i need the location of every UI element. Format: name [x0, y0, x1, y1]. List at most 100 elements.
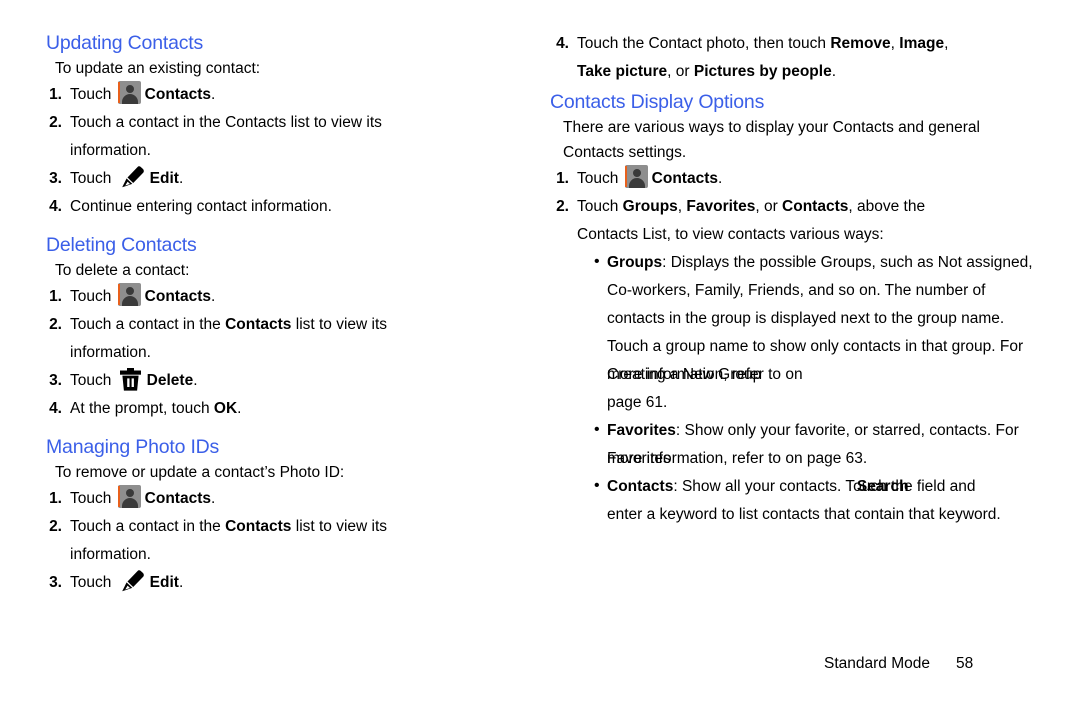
- step-number: 3.: [49, 372, 62, 389]
- step-text: Touch Contacts.: [577, 165, 1080, 193]
- step-text-post: .: [193, 372, 198, 389]
- step-number: 3.: [49, 574, 62, 591]
- step-item: 4. Continue entering contact information…: [49, 193, 520, 221]
- step-text: Touch Contacts.: [70, 485, 520, 513]
- bullet-text-part: on page 63.: [781, 450, 868, 467]
- bullet-label: Contacts: [607, 478, 674, 495]
- step-text-pre: Touch: [70, 574, 116, 591]
- step-bold-term: Groups: [622, 198, 678, 215]
- step-number: 2.: [49, 518, 62, 535]
- step-text-post: .: [211, 288, 216, 305]
- step-item: 1. Touch Contacts.: [49, 485, 520, 513]
- bullet-line1: Favorites: Show only your favorite, or s…: [607, 417, 1080, 445]
- footer-mode-label: Standard Mode: [824, 655, 930, 672]
- step-text-line2: information.: [70, 142, 151, 159]
- bullet-dot-icon: •: [594, 253, 600, 270]
- edit-pencil-icon: [119, 166, 145, 188]
- bullet-item-contacts: • Contacts: Show all your contacts. Touc…: [594, 473, 1080, 529]
- step-item: 1. Touch Contacts.: [556, 165, 1080, 193]
- bullet-line2: enter a keyword to list contacts that co…: [607, 506, 1001, 523]
- bullet-crossref-title: Creating a New Group: [607, 366, 762, 383]
- step-text-part: .: [831, 63, 837, 80]
- step-bold-term: Contacts: [782, 198, 849, 215]
- step-item: 1. Touch Contacts.: [49, 283, 520, 311]
- step-bold-term: Take picture: [577, 63, 668, 80]
- step-number: 1.: [49, 490, 62, 507]
- step-bold-term: Pictures by people: [693, 63, 832, 80]
- step-text-pre: Touch: [577, 170, 623, 187]
- step-text-post: .: [178, 574, 184, 591]
- step-item: 4. At the prompt, touch OK.: [49, 395, 520, 423]
- step-text: Touch Edit.: [70, 165, 520, 193]
- bullet-line2: more information, refer to Favorites on …: [607, 445, 1080, 473]
- overlapping-text-artifact: : Show all your contacts. Touch the Sear…: [673, 473, 912, 501]
- step-text-line1: Touch a contact in the Contacts list to …: [70, 114, 382, 131]
- bullet-line2: Co-workers, Family, Friends, and so on. …: [607, 282, 986, 299]
- step-number: 1.: [556, 170, 569, 187]
- step-text-part: Touch: [577, 198, 623, 215]
- step-text-pre: Touch: [70, 170, 116, 187]
- step-number: 2.: [556, 198, 569, 215]
- section-lead-deleting-contacts: To delete a contact:: [55, 262, 190, 279]
- step-text: Touch Contacts.: [70, 81, 520, 109]
- contacts-icon: [117, 485, 141, 508]
- step-item: 2. Touch a contact in the Contacts list …: [49, 513, 520, 569]
- step-bold-term: Contacts: [144, 490, 211, 507]
- step-number: 4.: [49, 400, 62, 417]
- bullet-line1: Groups: Displays the possible Groups, su…: [607, 249, 1080, 277]
- step-text-post: .: [178, 170, 184, 187]
- bullet-crossref-title: Favorites: [607, 450, 671, 467]
- contacts-icon: [624, 165, 648, 188]
- bullet-line4: Touch a group name to show only contacts…: [607, 338, 1024, 355]
- step-text-line1: At the prompt, touch OK.: [70, 395, 520, 423]
- document-page: Updating Contacts To update an existing …: [0, 0, 1080, 720]
- right-column: 4. Touch the Contact photo, then touch R…: [545, 0, 1080, 720]
- step-text-pre: Touch: [70, 490, 116, 507]
- bullet-text-part: : Displays the possible Groups, such as …: [662, 254, 1033, 271]
- section-lead-line2: Contacts settings.: [563, 144, 687, 161]
- step-text-post: .: [211, 490, 216, 507]
- step-bold-term: Delete: [146, 372, 194, 389]
- step-text: Touch Delete.: [70, 367, 520, 395]
- step-bold-term: Contacts: [144, 86, 211, 103]
- step-text-post: .: [211, 86, 216, 103]
- section-lead-updating-contacts: To update an existing contact:: [55, 60, 261, 77]
- step-text-part: , or: [667, 63, 694, 80]
- left-column: Updating Contacts To update an existing …: [0, 0, 520, 720]
- bullet-dot-icon: •: [594, 477, 600, 494]
- bullet-line1: Contacts: Show all your contacts. Touch …: [607, 473, 1080, 501]
- contacts-icon: [117, 81, 141, 104]
- step-text-part: ,: [944, 35, 949, 52]
- step-number: 3.: [49, 170, 62, 187]
- step-number: 4.: [49, 198, 62, 215]
- step-text-line1: Continue entering contact information.: [70, 198, 332, 215]
- step-text-line1: Touch a contact in the Contacts list to …: [70, 513, 520, 541]
- step-text: Touch Edit.: [70, 569, 520, 597]
- step-bold-term: Image: [899, 35, 945, 52]
- contacts-icon: [117, 283, 141, 306]
- step-bold-term: Edit: [149, 170, 179, 187]
- step-item: 4. Touch the Contact photo, then touch R…: [556, 30, 1080, 86]
- step-text-part: list to view its: [291, 518, 388, 535]
- step-item: 1. Touch Contacts.: [49, 81, 520, 109]
- footer-page-number: 58: [956, 655, 974, 672]
- step-number: 2.: [49, 316, 62, 333]
- bullet-line6: page 61.: [607, 394, 668, 411]
- bullet-dot-icon: •: [594, 421, 600, 438]
- bullet-label: Favorites: [607, 422, 676, 439]
- step-bold-term: Contacts: [651, 170, 718, 187]
- step-text-line2: Contacts List, to view contacts various …: [577, 226, 884, 243]
- section-lead-managing-photo-ids: To remove or update a contact’s Photo ID…: [55, 464, 345, 481]
- bullet-item-favorites: • Favorites: Show only your favorite, or…: [594, 417, 1080, 473]
- step-bold-term: Remove: [830, 35, 891, 52]
- step-text-line2: Take picture, or Pictures by people.: [577, 58, 1080, 86]
- step-text-part: , above the: [848, 198, 926, 215]
- step-text-part: , or: [755, 198, 783, 215]
- step-text-part: ,: [890, 35, 900, 52]
- bullet-text-part: field and: [912, 478, 976, 495]
- step-text-part: .: [237, 400, 242, 417]
- step-text-line1: Touch a contact in the Contacts list to …: [70, 311, 520, 339]
- step-item: 3. Touch Edit.: [49, 569, 520, 597]
- step-number: 1.: [49, 86, 62, 103]
- step-number: 1.: [49, 288, 62, 305]
